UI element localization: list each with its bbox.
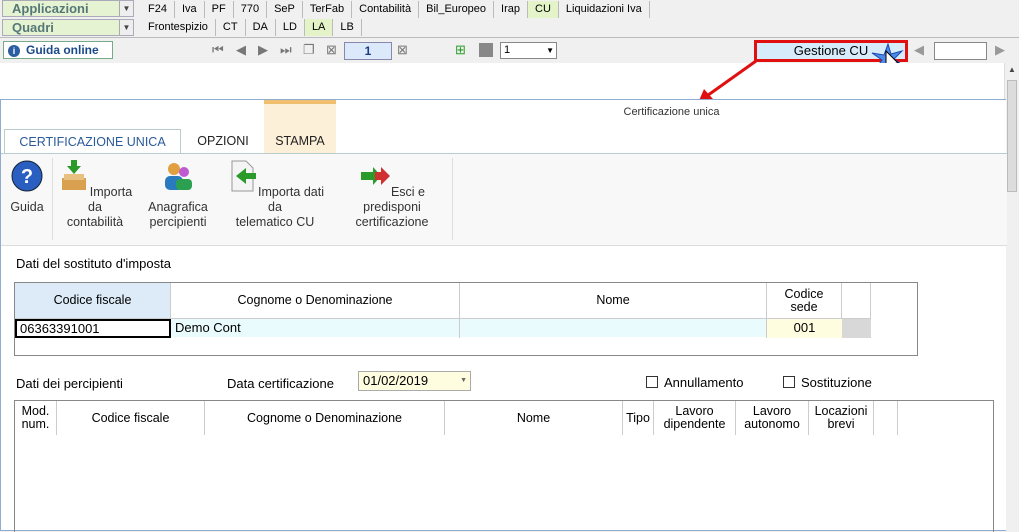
chevron-down-icon: ▼	[460, 377, 467, 384]
apps-menu: F24 Iva PF 770 SeP TerFab Contabilità Bil_Europ…	[141, 1, 650, 18]
quadri-combo[interactable]: Quadri ▼	[2, 19, 134, 36]
perc-col-5: Lavoro dipendente	[654, 401, 736, 435]
delete-icon[interactable]: ⊠	[397, 42, 408, 58]
guida-online-button[interactable]: i Guida online	[3, 41, 113, 59]
cognome-input[interactable]: Demo Cont	[175, 319, 460, 338]
annullamento-checkbox[interactable]: Annullamento	[646, 375, 744, 390]
perc-col-2: Cognome o Denominazione	[205, 401, 445, 435]
data-cert-field[interactable]: 01/02/2019 ▼	[358, 371, 471, 391]
menu-item-770[interactable]: 770	[234, 1, 268, 18]
quadro-tab-ld[interactable]: LD	[276, 19, 305, 36]
perc-col-3: Nome	[445, 401, 623, 435]
gestione-cu-label: Gestione CU	[793, 43, 869, 58]
tab-stampa[interactable]: STAMPA	[264, 129, 336, 153]
quadro-tab-lb[interactable]: LB	[333, 19, 362, 36]
first-page-icon[interactable]: ⏮	[212, 42, 224, 58]
add-page-icon[interactable]: ⊞	[455, 42, 466, 58]
sostituzione-label: Sostituzione	[801, 375, 872, 390]
menu-item-bil_europeo[interactable]: Bil_Europeo	[419, 1, 495, 18]
col-codice-fiscale: Codice fiscale	[15, 283, 171, 318]
col-nome: Nome	[460, 283, 767, 318]
menu-item-liquidazioni iva[interactable]: Liquidazioni Iva	[559, 1, 650, 18]
scrollbar[interactable]: ▲	[1004, 63, 1019, 531]
data-cert-value: 01/02/2019	[363, 373, 429, 388]
copy-page-icon[interactable]: ❐	[303, 42, 315, 58]
stop-icon[interactable]	[479, 43, 493, 57]
help-icon: ?	[11, 160, 43, 192]
quadro-tab-da[interactable]: DA	[246, 19, 276, 36]
page-number-field[interactable]: 1	[344, 42, 392, 60]
perc-col-1: Codice fiscale	[57, 401, 205, 435]
menu-item-sep[interactable]: SeP	[267, 1, 303, 18]
chevron-down-icon: ▼	[546, 46, 554, 55]
next-page-icon[interactable]: ▶	[258, 42, 268, 58]
data-cert-label: Data certificazione	[227, 376, 334, 391]
import-box-icon	[61, 160, 86, 190]
dropdown-arrow-icon[interactable]: ▼	[119, 1, 133, 16]
menu-item-irap[interactable]: Irap	[494, 1, 529, 18]
forward-arrows-icon	[360, 167, 390, 185]
page-select-value: 1	[504, 44, 511, 56]
dropdown-arrow-icon[interactable]: ▼	[119, 20, 133, 35]
annullamento-label: Annullamento	[664, 375, 744, 390]
perc-col-4: Tipo	[623, 401, 654, 435]
next-icon[interactable]: ▶	[995, 42, 1005, 58]
delete-page-icon[interactable]: ⊠	[326, 42, 337, 58]
guida-label: Guida	[10, 200, 44, 214]
applicazioni-label: Applicazioni	[12, 1, 89, 16]
checkbox-icon	[783, 376, 795, 388]
menu-item-iva[interactable]: Iva	[175, 1, 205, 18]
perc-col-6: Lavoro autonomo	[736, 401, 809, 435]
quadro-tab-frontespizio[interactable]: Frontespizio	[141, 19, 216, 36]
col-cognome: Cognome o Denominazione	[171, 283, 460, 318]
users-icon	[165, 163, 192, 190]
prev-page-icon[interactable]: ◀	[236, 42, 246, 58]
quadri-tabs: Frontespizio CT DA LD LA LB	[141, 19, 362, 36]
guida-online-label: Guida online	[26, 43, 99, 57]
cf-input[interactable]: 06363391001	[15, 319, 171, 338]
col-codice-sede: Codice sede	[767, 283, 842, 318]
checkbox-icon	[646, 376, 658, 388]
sede-input[interactable]: 001	[767, 319, 842, 338]
info-icon: i	[8, 45, 20, 57]
menu-item-pf[interactable]: PF	[205, 1, 234, 18]
guida-button[interactable]: ? Guida	[6, 160, 48, 215]
importa-telematico-button[interactable]: Importa dati da telematico CU	[222, 160, 328, 230]
import-document-icon	[231, 160, 256, 192]
menu-item-terfab[interactable]: TerFab	[303, 1, 353, 18]
table-row: 06363391001 Demo Cont 001	[15, 318, 871, 338]
svg-text:?: ?	[21, 166, 33, 188]
nav-field[interactable]	[934, 42, 987, 60]
last-page-icon[interactable]: ⏭	[280, 42, 292, 58]
esci-predisponi-button[interactable]: Esci e predisponi certificazione	[336, 160, 448, 230]
menu-item-f24[interactable]: F24	[141, 1, 175, 18]
page-select[interactable]: 1 ▼	[500, 42, 557, 59]
perc-col-0: Mod. num.	[15, 401, 57, 435]
sostituzione-checkbox[interactable]: Sostituzione	[783, 375, 872, 390]
prev-icon[interactable]: ◀	[914, 42, 924, 58]
percipienti-grid: Mod. num. Codice fiscale Cognome o Denomin…	[14, 400, 994, 532]
menu-item-cu[interactable]: CU	[528, 1, 559, 18]
quadro-tab-ct[interactable]: CT	[216, 19, 246, 36]
percipienti-label: Dati dei percipienti	[16, 376, 123, 391]
anagrafica-label: Anagrafica percipienti	[148, 200, 208, 229]
quadro-tab-la[interactable]: LA	[304, 19, 334, 36]
sostituto-grid: Codice fiscale Cognome o Denominazione N…	[14, 282, 918, 356]
importa-contabilita-button[interactable]: Importa da contabilità	[57, 160, 133, 230]
anagrafica-button[interactable]: Anagrafica percipienti	[141, 160, 215, 230]
tab-opzioni[interactable]: OPZIONI	[187, 129, 259, 153]
tab-certificazione-unica[interactable]: CERTIFICAZIONE UNICA	[4, 129, 181, 153]
menu-item-contabilità[interactable]: Contabilità	[352, 1, 420, 18]
certificazione-window: Certificazione unica CERTIFICAZIONE UNIC…	[0, 99, 1007, 532]
perc-col-7: Locazioni brevi	[809, 401, 874, 435]
sostituto-label: Dati del sostituto d'imposta	[16, 256, 171, 271]
window-title: Certificazione unica	[623, 106, 720, 118]
nome-input[interactable]	[460, 319, 767, 338]
quadri-label: Quadri	[12, 20, 54, 35]
applicazioni-combo[interactable]: Applicazioni ▼	[2, 0, 134, 17]
